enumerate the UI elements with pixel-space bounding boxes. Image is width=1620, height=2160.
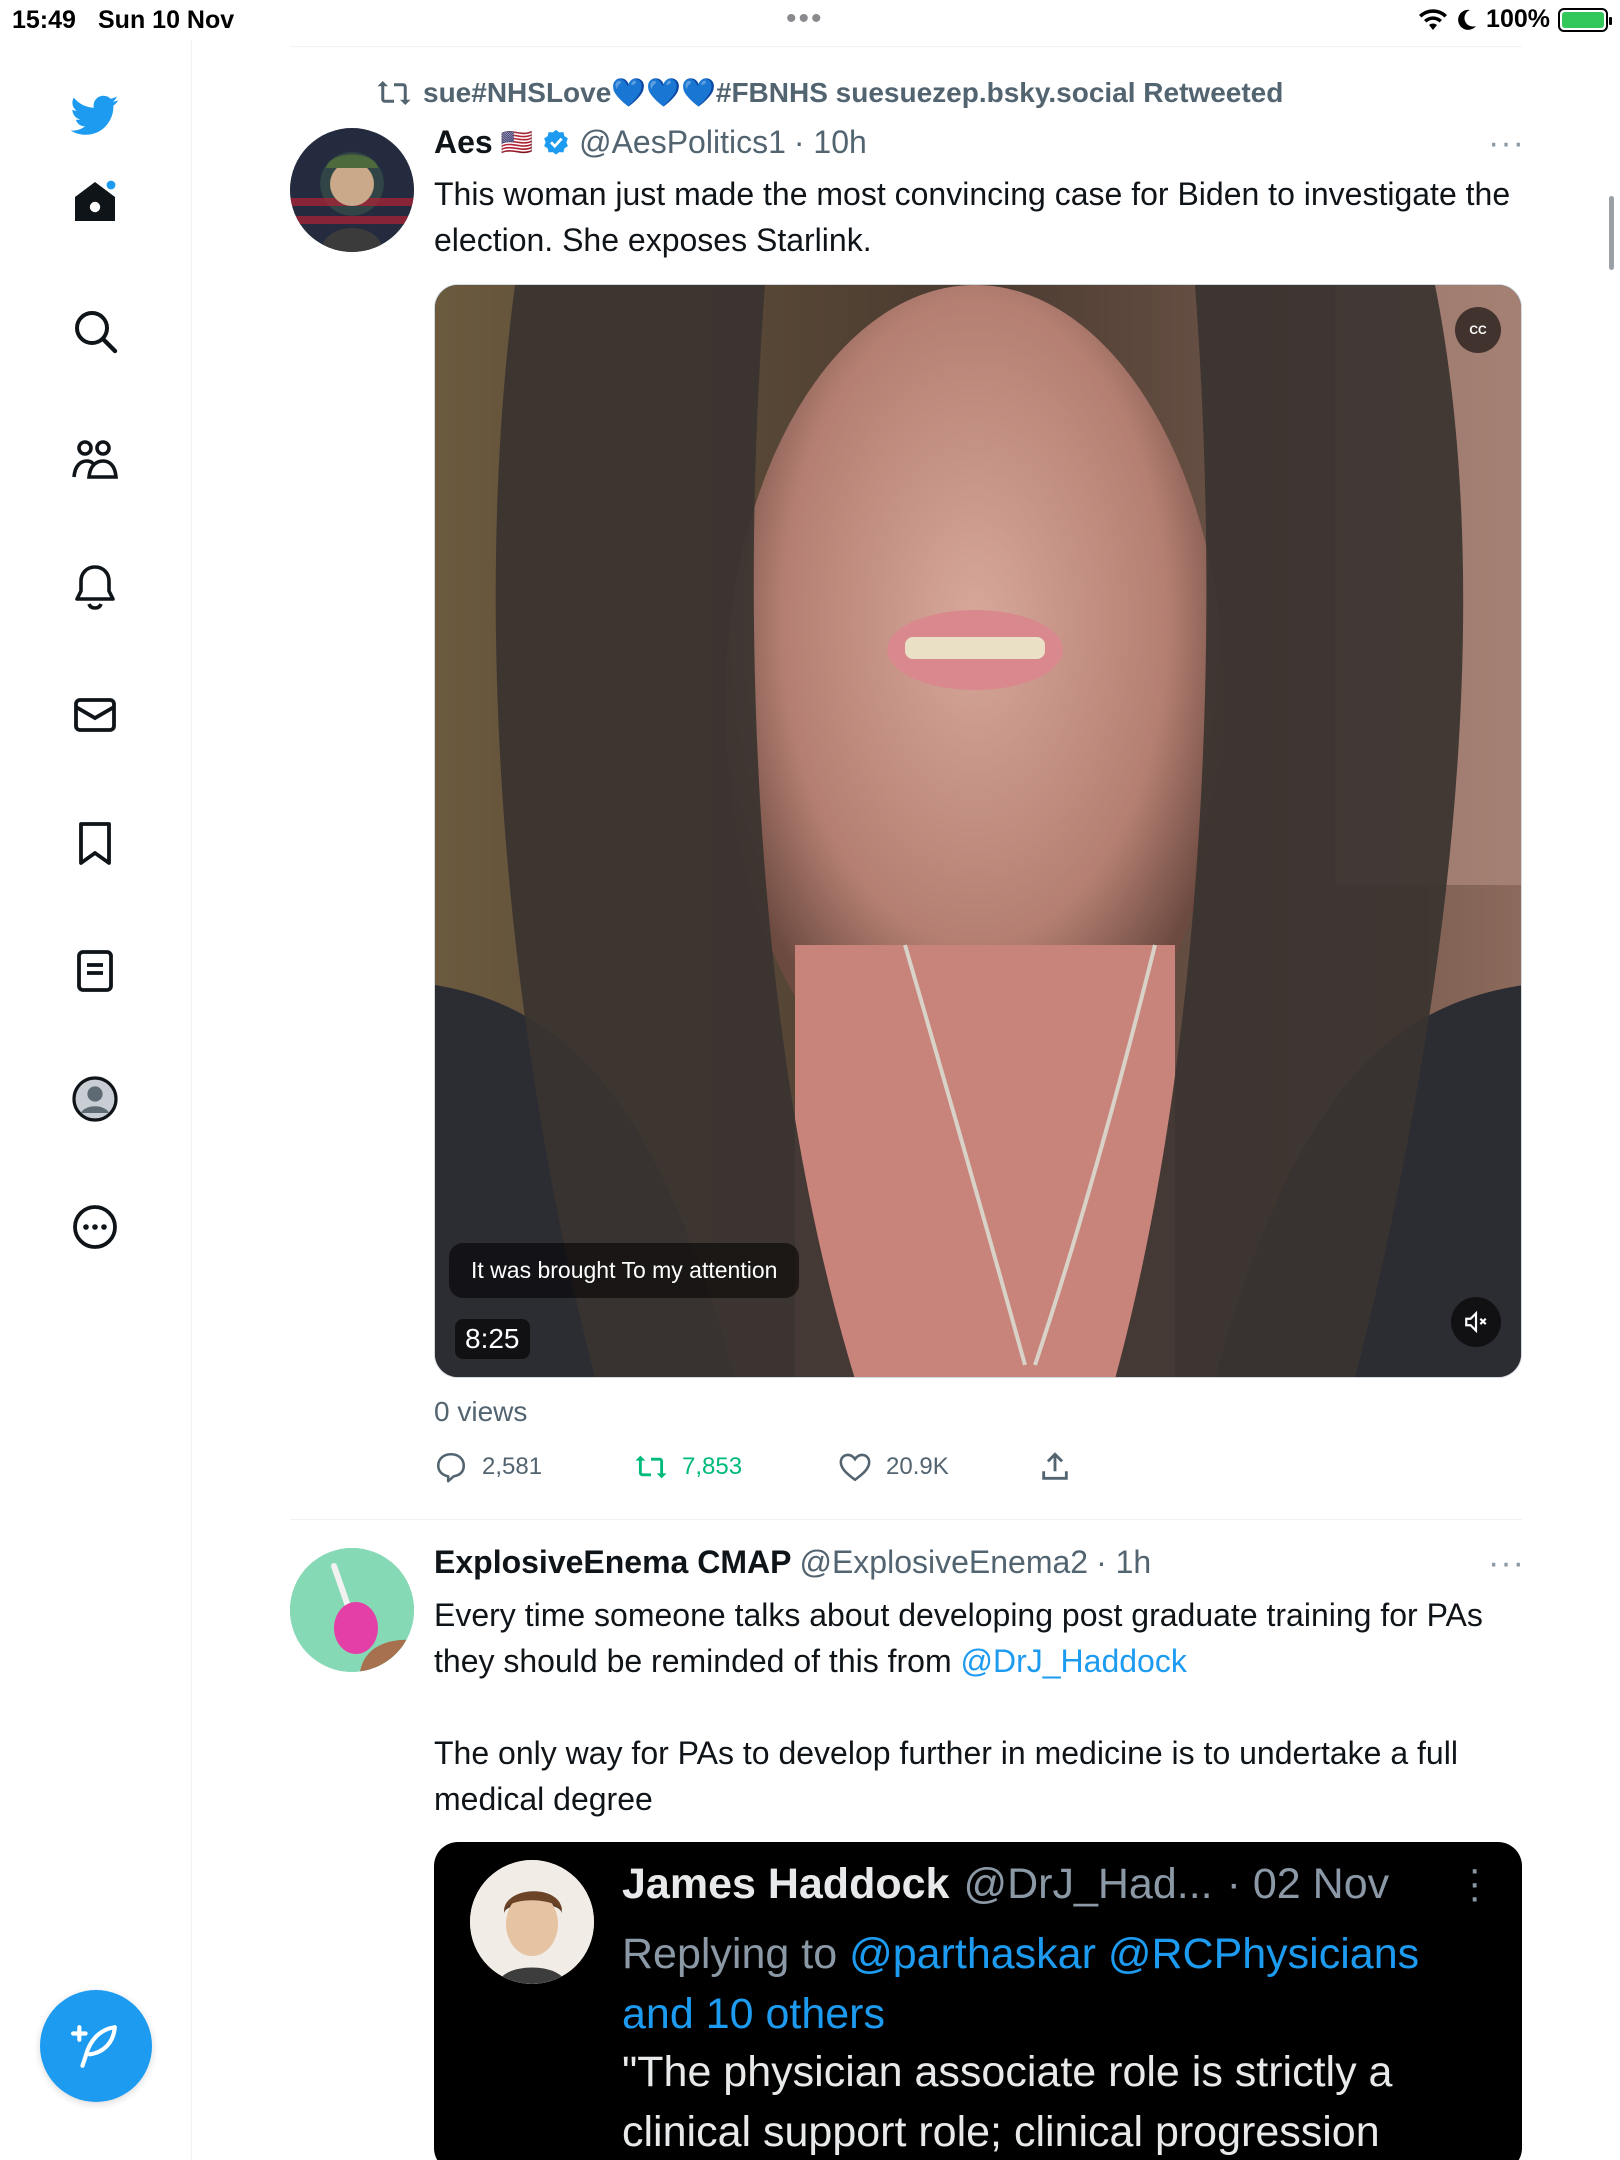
tweet1-author-name[interactable]: Aes xyxy=(434,124,493,161)
tweet2-handle[interactable]: @ExplosiveEnema2 xyxy=(799,1544,1088,1581)
tweet1-time[interactable]: · 10h xyxy=(794,124,867,161)
share-icon xyxy=(1042,1452,1068,1480)
sidebar xyxy=(0,40,192,2160)
status-date: Sun 10 Nov xyxy=(98,6,235,34)
captions-button[interactable]: CC xyxy=(1455,307,1501,353)
mail-icon[interactable] xyxy=(66,686,124,744)
lists-icon[interactable] xyxy=(66,942,124,1000)
tweet2-header: ExplosiveEnema CMAP @ExplosiveEnema2 · 1… xyxy=(434,1544,1151,1581)
video-caption: It was brought To my attention xyxy=(449,1243,800,1298)
reply-count: 2,581 xyxy=(482,1453,543,1480)
portrait-image xyxy=(470,1860,594,1984)
timeline-top-border xyxy=(290,46,1522,47)
tweet-divider xyxy=(290,1519,1522,1520)
tweet2-mention-link[interactable]: @DrJ_Haddock xyxy=(961,1643,1187,1679)
quoted-author-name: James Haddock xyxy=(622,1860,950,1908)
battery-percent: 100% xyxy=(1486,5,1550,33)
home-icon[interactable] xyxy=(66,172,124,230)
aes-avatar[interactable] xyxy=(290,128,414,252)
video-frame-image xyxy=(435,285,1521,1377)
us-flag-emoji: 🇺🇸 xyxy=(500,127,534,157)
retweet-icon xyxy=(635,1455,667,1479)
retweet-count: 7,853 xyxy=(682,1453,743,1480)
reply-icon xyxy=(436,1452,466,1483)
tweet1-views: 0 views xyxy=(434,1396,528,1427)
share-button[interactable] xyxy=(1038,1450,1072,1484)
tweet1-more-icon[interactable]: ··· xyxy=(1488,124,1525,163)
status-bar: 15:49 Sun 10 Nov ••• 100% xyxy=(0,0,1620,40)
battery-icon xyxy=(1558,7,1612,32)
moon-icon xyxy=(1458,9,1477,30)
twitter-logo-icon[interactable] xyxy=(66,86,124,144)
like-count: 20.9K xyxy=(886,1453,949,1480)
compose-feather-icon xyxy=(71,2025,117,2068)
status-right: 100% xyxy=(1418,5,1612,34)
quoted-more-icon: · · · xyxy=(1468,1847,1482,1919)
retweet-icon xyxy=(377,80,411,105)
tweet1-header: Aes 🇺🇸 @AesPolitics1 · 10h xyxy=(434,124,867,161)
tweet2-time[interactable]: · 1h xyxy=(1096,1544,1151,1581)
tweet2-text: Every time someone talks about developin… xyxy=(434,1592,1514,1822)
heart-icon xyxy=(839,1453,871,1482)
quoted-author-handle: @DrJ_Had... xyxy=(963,1860,1213,1908)
like-button[interactable]: 20.9K xyxy=(838,1450,949,1484)
mute-button[interactable] xyxy=(1451,1297,1501,1347)
multitasking-dots-icon[interactable]: ••• xyxy=(786,2,824,36)
speaker-muted-icon xyxy=(1465,1310,1487,1334)
wifi-icon xyxy=(1419,8,1448,30)
scrollbar-thumb[interactable] xyxy=(1609,196,1614,270)
profile-avatar-icon[interactable] xyxy=(66,1070,124,1128)
tweet1-handle[interactable]: @AesPolitics1 xyxy=(579,124,786,161)
reply-button[interactable]: 2,581 xyxy=(434,1450,542,1484)
flag-portrait-image xyxy=(290,128,414,252)
replying-to-prefix: Replying to xyxy=(622,1930,850,1978)
james-haddock-avatar xyxy=(470,1860,594,1984)
quoted-tweet-date: · 02 Nov xyxy=(1226,1860,1390,1908)
quoted-tweet-header: James Haddock @DrJ_Had... · 02 Nov xyxy=(622,1860,1389,1909)
explosiveenema-avatar[interactable] xyxy=(290,1548,414,1672)
bookmark-icon[interactable] xyxy=(66,814,124,872)
tweet2-text-part1: Every time someone talks about developin… xyxy=(434,1597,1483,1679)
retweeted-by-line[interactable]: sue#NHSLove💙💙💙#FBNHS suesuezep.bsky.soci… xyxy=(375,76,1283,109)
enema-bulb-image xyxy=(290,1548,414,1672)
more-circle-icon[interactable] xyxy=(66,1198,124,1256)
tweet2-author-name[interactable]: ExplosiveEnema CMAP xyxy=(434,1544,791,1581)
retweet-button[interactable]: 7,853 xyxy=(634,1450,742,1484)
search-icon[interactable] xyxy=(66,302,124,360)
communities-icon[interactable] xyxy=(66,430,124,488)
quoted-tweet-text: "The physician associate role is strictl… xyxy=(622,2048,1393,2156)
tweet1-video[interactable]: CC It was brought To my attention 8:25 xyxy=(434,284,1522,1378)
retweeted-by-text: sue#NHSLove💙💙💙#FBNHS suesuezep.bsky.soci… xyxy=(423,77,1284,108)
quoted-tweet[interactable]: James Haddock @DrJ_Had... · 02 Nov · · · R… xyxy=(434,1842,1522,2160)
replying-to-line: Replying to @parthaskar @RCPhysicians an… xyxy=(622,1924,1502,2044)
tweet2-text-part2: The only way for PAs to develop further … xyxy=(434,1735,1458,1817)
compose-button[interactable] xyxy=(40,1990,152,2102)
video-duration: 8:25 xyxy=(455,1319,530,1359)
verified-badge-icon xyxy=(544,129,568,155)
bell-icon[interactable] xyxy=(66,558,124,616)
tweet2-more-icon[interactable]: ··· xyxy=(1488,1544,1525,1583)
battery-fill xyxy=(1562,11,1604,28)
tweet1-actions: 2,581 7,853 20.9K xyxy=(434,1450,1522,1490)
status-time: 15:49 xyxy=(12,6,76,34)
tweet1-text: This woman just made the most convincing… xyxy=(434,176,1511,258)
